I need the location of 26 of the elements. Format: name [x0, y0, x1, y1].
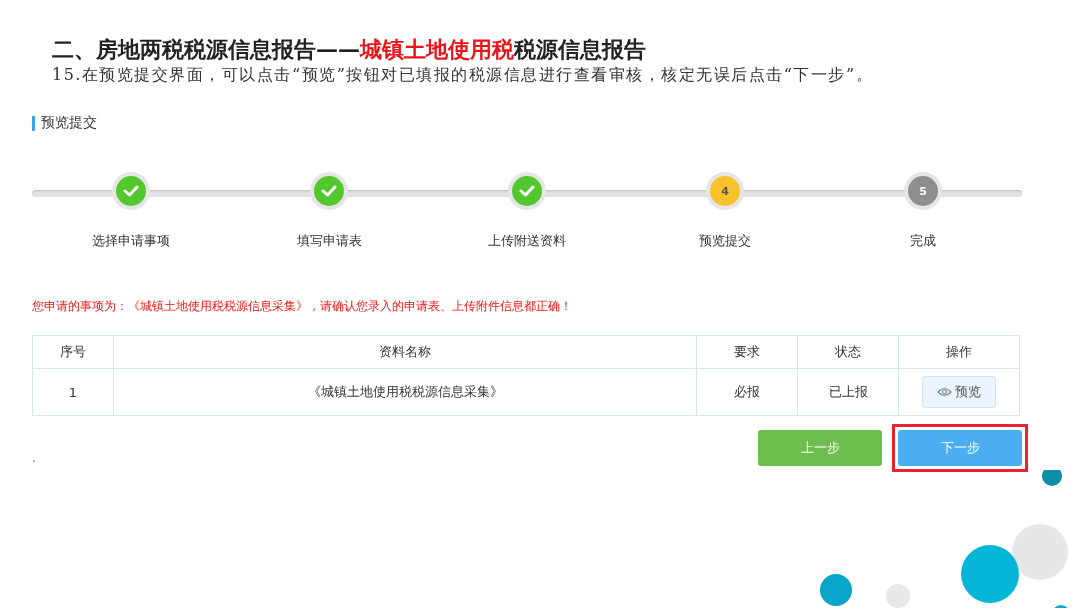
column-header: 要求 — [696, 335, 798, 369]
section-marker — [32, 115, 35, 131]
step-label: 填写申请表 — [296, 232, 362, 250]
step-label: 选择申请事项 — [92, 232, 170, 250]
table-cell: 1 — [32, 368, 114, 416]
table-cell: 《城镇土地使用税税源信息采集》 — [113, 368, 697, 416]
notice-text: 您申请的事项为：《城镇土地使用税税源信息采集》，请确认您录入的申请表、上传附件信息都正确！ — [32, 298, 573, 315]
previous-step-button[interactable]: 上一步 — [758, 430, 882, 466]
step-label: 完成 — [910, 232, 936, 250]
eye-icon — [937, 387, 952, 397]
column-header: 资料名称 — [113, 335, 697, 369]
column-header: 状态 — [797, 335, 899, 369]
stray-mark: . — [32, 451, 36, 465]
section-title: 预览提交 — [41, 114, 97, 132]
table-cell: 必报 — [696, 368, 798, 416]
slide-heading: 二、房地两税税源信息报告——城镇土地使用税税源信息报告 — [52, 35, 647, 64]
instruction-text: 15.在预览提交界面，可以点击“预览”按钮对已填报的税源信息进行查看审核，核定无误后点击“下一步”。 — [52, 64, 875, 86]
preview-button[interactable]: 预览 — [922, 376, 996, 408]
next-step-button[interactable]: 下一步 — [898, 430, 1022, 466]
column-header: 操作 — [898, 335, 1020, 369]
column-header: 序号 — [32, 335, 114, 369]
step-number: 5 — [908, 176, 938, 206]
table-cell: 已上报 — [797, 368, 899, 416]
step-label: 预览提交 — [699, 232, 751, 250]
step-number: 4 — [710, 176, 740, 206]
step-label: 上传附送资料 — [488, 232, 566, 250]
